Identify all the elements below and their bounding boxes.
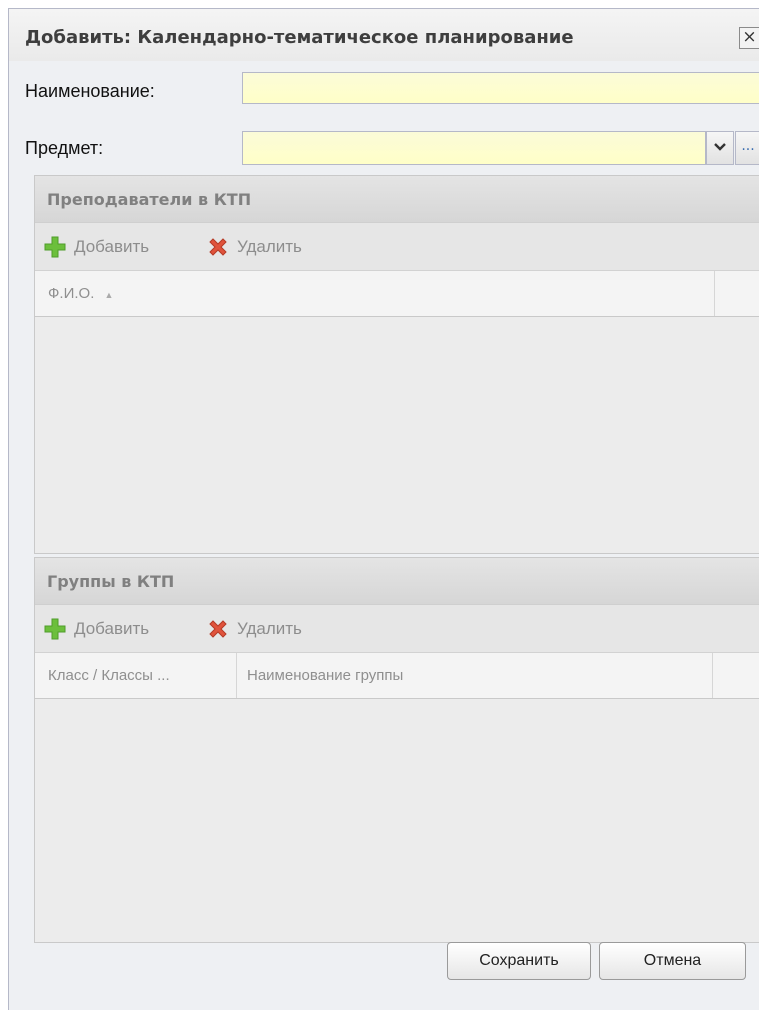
teachers-grid-header: Ф.И.О. ▲	[35, 271, 759, 317]
dialog-window: Добавить: Календарно-тематическое планир…	[8, 8, 759, 1010]
close-button[interactable]: ×	[739, 27, 759, 49]
subject-label: Предмет:	[25, 138, 104, 158]
add-icon	[44, 236, 66, 258]
name-label: Наименование:	[25, 81, 155, 101]
teachers-toolbar: Добавить Удалить	[35, 223, 759, 271]
cancel-button[interactable]: Отмена	[599, 942, 746, 980]
delete-icon	[209, 238, 227, 256]
groups-panel-title: Группы в КТП	[47, 572, 175, 591]
column-header-fio-label: Ф.И.О.	[48, 285, 95, 302]
groups-panel-header[interactable]: Группы в КТП	[35, 558, 759, 605]
teachers-panel-header[interactable]: Преподаватели в КТП	[35, 176, 759, 223]
dialog-title: Добавить: Календарно-тематическое планир…	[25, 27, 574, 48]
groups-toolbar: Добавить Удалить	[35, 605, 759, 653]
delete-group-label: Удалить	[237, 619, 302, 638]
teachers-panel-title: Преподаватели в КТП	[47, 190, 252, 209]
add-icon	[44, 618, 66, 640]
delete-group-button[interactable]: Удалить	[207, 617, 302, 641]
column-header-fio[interactable]: Ф.И.О. ▲	[38, 271, 715, 316]
close-icon: ×	[742, 27, 757, 47]
save-button[interactable]: Сохранить	[447, 942, 591, 980]
groups-panel: Группы в КТП Добавить Удалить Класс / Кл…	[34, 557, 759, 943]
teachers-panel: Преподаватели в КТП Добавить Удалить Ф.И…	[34, 175, 759, 554]
delete-teacher-button[interactable]: Удалить	[207, 235, 302, 259]
chevron-down-icon	[714, 143, 726, 151]
add-group-label: Добавить	[74, 619, 150, 638]
subject-dropdown-button[interactable]	[706, 131, 734, 165]
teachers-grid-body[interactable]	[35, 317, 759, 553]
column-header-class[interactable]: Класс / Классы ...	[38, 653, 237, 698]
delete-icon	[209, 620, 227, 638]
delete-teacher-label: Удалить	[237, 237, 302, 256]
sort-ascending-icon: ▲	[104, 290, 114, 300]
name-field[interactable]	[242, 72, 759, 104]
subject-select-button[interactable]: ...	[735, 131, 759, 165]
groups-grid-header: Класс / Классы ... Наименование группы	[35, 653, 759, 699]
groups-grid-body[interactable]	[35, 699, 759, 942]
add-teacher-label: Добавить	[74, 237, 150, 256]
column-header-group-name[interactable]: Наименование группы	[237, 653, 713, 698]
add-teacher-button[interactable]: Добавить	[44, 235, 149, 259]
subject-field[interactable]	[242, 131, 706, 165]
dialog-titlebar[interactable]: Добавить: Календарно-тематическое планир…	[9, 9, 759, 61]
add-group-button[interactable]: Добавить	[44, 617, 149, 641]
